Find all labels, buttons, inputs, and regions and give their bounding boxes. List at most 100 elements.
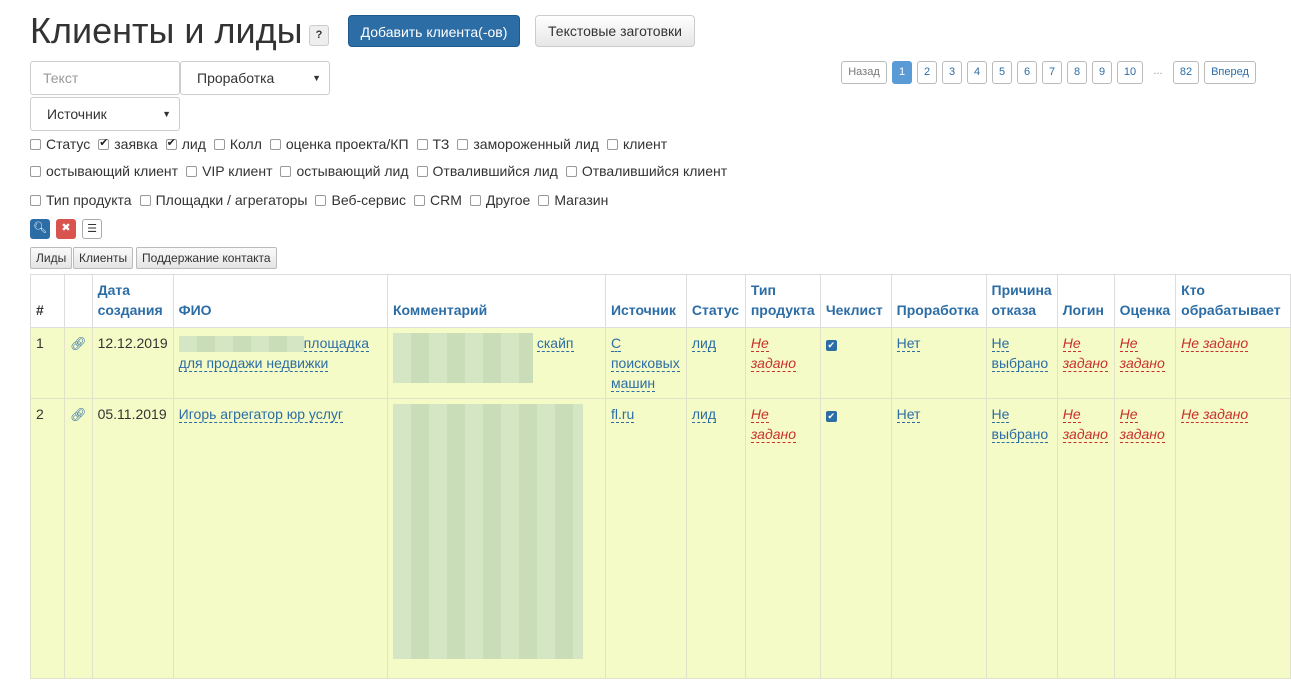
page-button[interactable]: 4 (967, 61, 987, 84)
page-button[interactable]: 8 (1067, 61, 1087, 84)
checkbox-vip-client[interactable]: VIP клиент (186, 163, 272, 179)
pagination: Назад 1 2 3 4 5 6 7 8 9 10 ... 82 Вперед (841, 61, 1261, 84)
page-next-button[interactable]: Вперед (1204, 61, 1256, 84)
page-button[interactable]: 6 (1017, 61, 1037, 84)
processing-select[interactable]: Проработка ▼ (180, 61, 330, 95)
row-rating[interactable]: Не задано (1113, 327, 1177, 399)
col-checklist[interactable]: Чеклист (819, 274, 892, 328)
row-fio[interactable]: площадка для продажи недвижки (172, 327, 388, 399)
tab-keep-contact[interactable]: Поддержание контакта (136, 247, 277, 269)
col-reason[interactable]: Причина отказа (985, 274, 1058, 328)
checkbox-zayavka[interactable]: заявка (98, 136, 158, 152)
add-client-button[interactable]: Добавить клиента(-ов) (348, 15, 520, 47)
link-icon[interactable]: 🔗︎ (64, 327, 93, 399)
col-processing[interactable]: Проработка (890, 274, 987, 328)
status-filter-row: Статус заявка лид Колл оценка проекта/КП… (30, 136, 675, 152)
checkbox-call[interactable]: Колл (213, 136, 262, 152)
row-handler[interactable]: Не задано (1175, 327, 1291, 399)
checkbox-crm[interactable]: CRM (413, 192, 462, 208)
row-comment[interactable]: скайп (386, 327, 606, 399)
row-comment[interactable] (386, 398, 606, 679)
redacted-text (392, 333, 533, 383)
col-status[interactable]: Статус (685, 274, 746, 328)
row-date: 12.12.2019 (91, 327, 174, 399)
checkbox-dropped-lead[interactable]: Отвалившийся лид (416, 163, 558, 179)
page-button[interactable]: 9 (1092, 61, 1112, 84)
row-rating[interactable]: Не задано (1113, 398, 1177, 679)
row-handler[interactable]: Не задано (1175, 398, 1291, 679)
page-button[interactable]: 1 (892, 61, 912, 84)
row-reason[interactable]: Не выбрано (985, 398, 1058, 679)
col-handler[interactable]: Кто обрабатывает (1175, 274, 1291, 328)
row-checklist[interactable]: ✔ (819, 398, 892, 679)
clear-filter-button[interactable]: ✖ (56, 219, 76, 239)
search-button[interactable]: 🔍︎ (30, 219, 50, 239)
checkbox-estimate[interactable]: оценка проекта/КП (269, 136, 409, 152)
checkbox-shop[interactable]: Магазин (538, 192, 608, 208)
col-comment[interactable]: Комментарий (386, 274, 606, 328)
table-header-row: # Дата создания ФИО Комментарий Источник… (29, 274, 1291, 328)
source-select-value: Источник (47, 106, 107, 122)
checkbox-platforms[interactable]: Площадки / агрегаторы (139, 192, 307, 208)
row-processing[interactable]: Нет (890, 327, 987, 399)
row-status[interactable]: лид (685, 327, 746, 399)
page-button[interactable]: 3 (942, 61, 962, 84)
source-select[interactable]: Источник ▼ (30, 97, 180, 131)
row-status[interactable]: лид (685, 398, 746, 679)
col-source[interactable]: Источник (604, 274, 687, 328)
checkbox-lead[interactable]: лид (165, 136, 206, 152)
text-templates-button[interactable]: Текстовые заготовки (535, 15, 695, 47)
checkbox-cooling-client[interactable]: остывающий клиент (30, 163, 178, 179)
row-product[interactable]: Не задано (744, 327, 821, 399)
link-icon[interactable]: 🔗︎ (64, 398, 93, 679)
col-date[interactable]: Дата создания (91, 274, 174, 328)
col-fio[interactable]: ФИО (172, 274, 388, 328)
help-button[interactable]: ? (309, 25, 329, 46)
checkbox-web-service[interactable]: Веб-сервис (315, 192, 406, 208)
row-checklist[interactable]: ✔ (819, 327, 892, 399)
search-icon: 🔍︎ (33, 222, 47, 234)
tab-clients[interactable]: Клиенты (73, 247, 134, 269)
checkbox-cooling-lead[interactable]: остывающий лид (280, 163, 409, 179)
row-fio[interactable]: Игорь агрегатор юр услуг (172, 398, 388, 679)
page-back-button[interactable]: Назад (841, 61, 887, 84)
row-processing[interactable]: Нет (890, 398, 987, 679)
row-product[interactable]: Не задано (744, 398, 821, 679)
row-reason[interactable]: Не выбрано (985, 327, 1058, 399)
col-num: # (29, 274, 66, 328)
col-login[interactable]: Логин (1056, 274, 1115, 328)
redacted-text (178, 336, 304, 353)
page-button-last[interactable]: 82 (1173, 61, 1199, 84)
close-icon: ✖ (61, 222, 71, 234)
search-text-input[interactable]: Текст (30, 61, 180, 95)
row-login[interactable]: Не задано (1056, 398, 1115, 679)
redacted-text (392, 404, 583, 659)
chevron-down-icon: ▼ (162, 109, 171, 119)
menu-button[interactable]: ☰ (82, 219, 102, 239)
checkbox-product-type[interactable]: Тип продукта (30, 192, 132, 208)
checkbox-client[interactable]: клиент (606, 136, 667, 152)
col-product[interactable]: Тип продукта (744, 274, 821, 328)
row-source[interactable]: fl.ru (604, 398, 687, 679)
tab-leads[interactable]: Лиды (30, 247, 73, 269)
col-rating[interactable]: Оценка (1113, 274, 1177, 328)
processing-select-value: Проработка (197, 70, 275, 86)
col-link (64, 274, 93, 328)
page-button[interactable]: 5 (992, 61, 1012, 84)
checkbox-frozen-lead[interactable]: замороженный лид (457, 136, 599, 152)
row-source[interactable]: С поисковых машин (604, 327, 687, 399)
checkbox-checked-icon[interactable]: ✔ (825, 411, 837, 422)
page-button[interactable]: 10 (1117, 61, 1143, 84)
checkbox-status[interactable]: Статус (30, 136, 90, 152)
row-num: 2 (29, 398, 66, 679)
page-button[interactable]: 7 (1042, 61, 1062, 84)
table-row: 2 🔗︎ 05.11.2019 Игорь агрегатор юр услуг… (29, 398, 1291, 679)
checkbox-tz[interactable]: ТЗ (416, 136, 449, 152)
row-login[interactable]: Не задано (1056, 327, 1115, 399)
checkbox-dropped-client[interactable]: Отвалившийся клиент (565, 163, 727, 179)
clients-table: # Дата создания ФИО Комментарий Источник… (29, 274, 1291, 679)
checkbox-other[interactable]: Другое (469, 192, 530, 208)
page-button[interactable]: 2 (917, 61, 937, 84)
row-date: 05.11.2019 (91, 398, 174, 679)
checkbox-checked-icon[interactable]: ✔ (825, 340, 837, 351)
